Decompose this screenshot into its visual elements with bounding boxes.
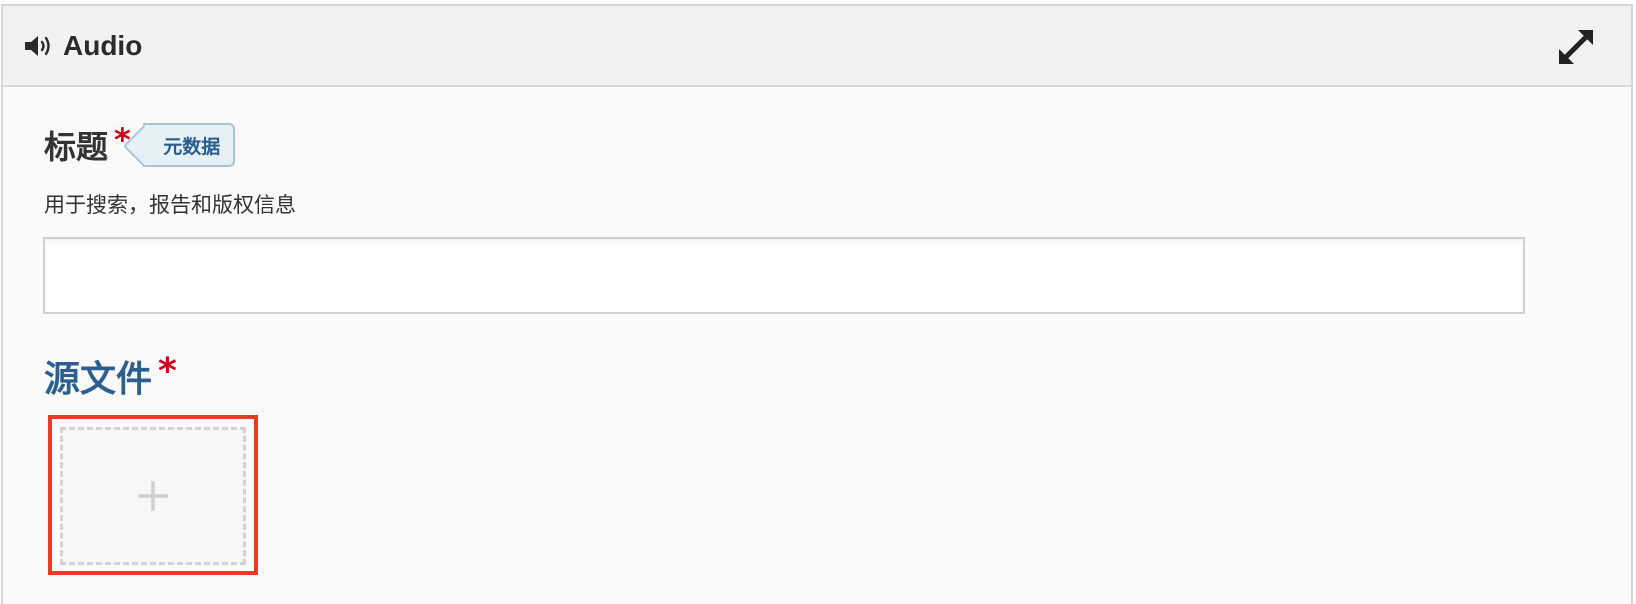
source-file-label: 源文件: [44, 359, 153, 400]
upload-highlight-frame: [48, 415, 258, 575]
speaker-volume-icon: [25, 35, 50, 56]
panel-header: Audio: [3, 6, 1631, 87]
title-field-label: 标题: [44, 128, 109, 166]
panel-title-group: Audio: [23, 30, 142, 62]
metadata-tag-label: 元数据: [163, 135, 221, 158]
source-required-marker: *: [158, 351, 177, 392]
expand-arrows-icon[interactable]: [1555, 26, 1597, 68]
panel-title: Audio: [63, 29, 143, 61]
metadata-tag: 元数据: [142, 123, 235, 167]
plus-icon: [138, 481, 168, 511]
source-field-header: 源文件 *: [44, 351, 177, 405]
audio-panel: Audio 标题 * 元数据 用于搜索，报告和版权信息 源文件 *: [1, 4, 1633, 604]
title-field-header: 标题 * 元数据: [44, 123, 235, 169]
title-field-description: 用于搜索，报告和版权信息: [44, 193, 296, 217]
add-source-file-button[interactable]: [60, 427, 246, 565]
title-input[interactable]: [43, 237, 1525, 314]
